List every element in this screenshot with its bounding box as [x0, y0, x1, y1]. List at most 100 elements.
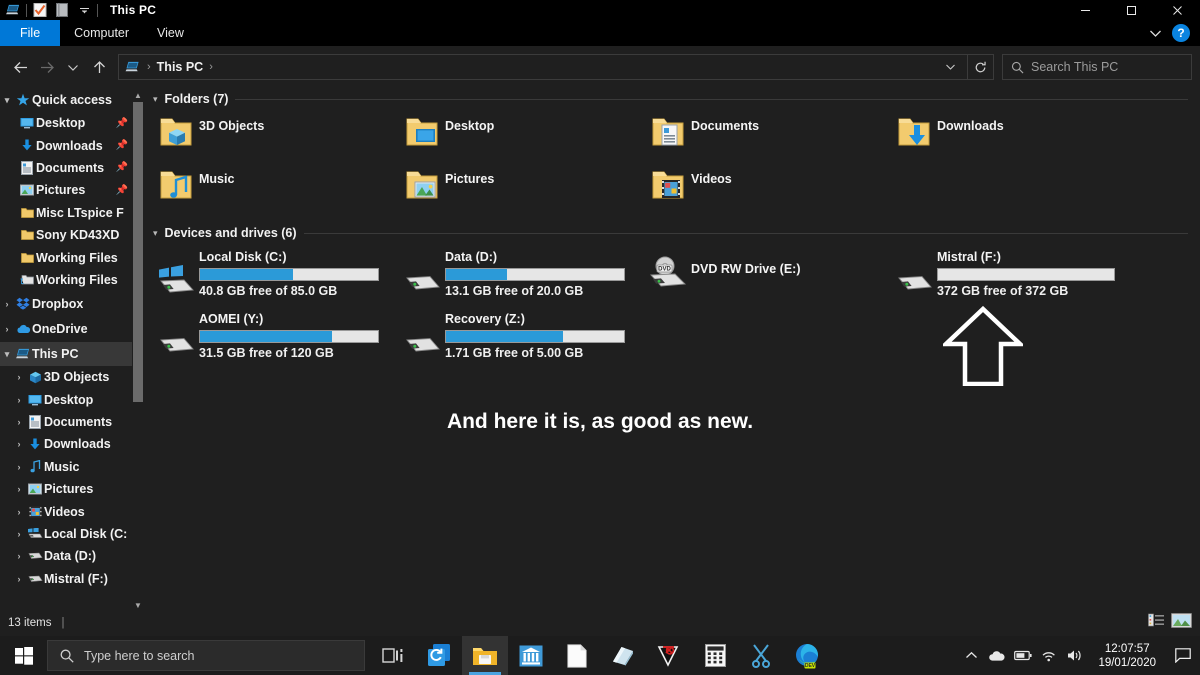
tab-view[interactable]: View: [143, 20, 198, 46]
sidebar-item-this-pc-downloads[interactable]: › Downloads: [0, 433, 132, 455]
sidebar-item-this-pc[interactable]: ▾ This PC: [0, 342, 132, 366]
customize-dropdown-icon[interactable]: [73, 0, 95, 20]
help-icon[interactable]: ?: [1172, 24, 1190, 42]
list-item[interactable]: Music: [153, 163, 399, 216]
list-item[interactable]: 3D Objects: [153, 110, 399, 163]
chevron-down-icon[interactable]: ▾: [153, 228, 158, 239]
sidebar-item-documents[interactable]: Documents 📌: [0, 157, 132, 179]
wifi-icon[interactable]: [1036, 636, 1062, 675]
chevron-right-icon[interactable]: ›: [12, 372, 26, 382]
list-item[interactable]: Local Disk (C:) 40.8 GB free of 85.0 GB: [153, 248, 399, 310]
sidebar-item-onedrive[interactable]: › OneDrive: [0, 316, 132, 342]
chevron-down-icon[interactable]: ▾: [0, 95, 14, 106]
chevron-right-icon[interactable]: ›: [12, 484, 26, 494]
group-header-devices-and-drives[interactable]: ▾ Devices and drives (6): [145, 222, 1200, 244]
sidebar-item-this-pc-desktop[interactable]: › Desktop: [0, 389, 132, 411]
sidebar-item-pictures[interactable]: Pictures 📌: [0, 179, 132, 201]
back-button[interactable]: [8, 54, 34, 80]
chevron-right-icon[interactable]: ›: [0, 324, 14, 334]
volume-icon[interactable]: [1062, 636, 1088, 675]
chevron-right-icon[interactable]: ›: [12, 529, 26, 539]
list-item[interactable]: Desktop: [399, 110, 645, 163]
navigation-pane[interactable]: ▾ Quick access Desktop 📌 Downloads 📌 Do: [0, 88, 132, 612]
list-item[interactable]: Recovery (Z:) 1.71 GB free of 5.00 GB: [399, 310, 645, 372]
sketch-app-icon[interactable]: [600, 636, 646, 675]
sidebar-item-local-disk-c[interactable]: › Local Disk (C:: [0, 523, 132, 545]
tab-computer[interactable]: Computer: [60, 20, 143, 46]
large-icons-view-button[interactable]: [1171, 613, 1192, 633]
breadcrumb-separator-2[interactable]: ›: [209, 61, 213, 73]
chevron-down-icon[interactable]: ▾: [0, 349, 14, 360]
chevron-down-icon[interactable]: [1144, 22, 1166, 44]
start-button[interactable]: [0, 636, 47, 675]
battery-icon[interactable]: [1010, 636, 1036, 675]
list-item[interactable]: AOMEI (Y:) 31.5 GB free of 120 GB: [153, 310, 399, 372]
sidebar-item-this-pc-music[interactable]: › Music: [0, 456, 132, 478]
sidebar-item-this-pc-videos[interactable]: › Videos: [0, 500, 132, 522]
group-header-folders[interactable]: ▾ Folders (7): [145, 88, 1200, 110]
scroll-down-arrow-icon[interactable]: ▼: [132, 598, 144, 612]
chevron-right-icon[interactable]: ›: [12, 507, 26, 517]
navigation-pane-scrollbar[interactable]: ▲ ▼: [132, 88, 144, 612]
microsoft-edge-icon[interactable]: DEV: [784, 636, 830, 675]
list-item[interactable]: Pictures: [399, 163, 645, 216]
sidebar-item-working-files[interactable]: Working Files: [0, 246, 132, 268]
sidebar-item-working-files-network[interactable]: Working Files: [0, 269, 132, 291]
list-item[interactable]: DVD DVD RW Drive (E:): [645, 248, 891, 310]
list-item[interactable]: Videos: [645, 163, 891, 216]
onedrive-cloud-icon[interactable]: [984, 636, 1010, 675]
new-folder-icon[interactable]: [51, 0, 73, 20]
file-list-pane[interactable]: ▾ Folders (7) 3D Objects: [145, 88, 1200, 612]
sidebar-item-desktop[interactable]: Desktop 📌: [0, 112, 132, 134]
file-explorer-icon[interactable]: [462, 636, 508, 675]
taskbar-search-input[interactable]: Type here to search: [47, 640, 365, 671]
up-button[interactable]: [86, 54, 112, 80]
sidebar-item-3d-objects[interactable]: › 3D Objects: [0, 366, 132, 388]
action-center-icon[interactable]: [1166, 636, 1200, 675]
taskbar-clock[interactable]: 12:07:57 19/01/2020: [1088, 642, 1166, 670]
list-item[interactable]: Data (D:) 13.1 GB free of 20.0 GB: [399, 248, 645, 310]
previous-locations-icon[interactable]: [939, 55, 961, 79]
task-view-icon[interactable]: [370, 636, 416, 675]
chevron-right-icon[interactable]: ›: [12, 395, 26, 405]
recent-locations-button[interactable]: [60, 54, 86, 80]
sync-app-icon[interactable]: [416, 636, 462, 675]
sidebar-item-misc-ltspice[interactable]: Misc LTspice F: [0, 202, 132, 224]
breadcrumb-item-this-pc[interactable]: This PC: [157, 60, 204, 74]
document-app-icon[interactable]: [554, 636, 600, 675]
forward-button[interactable]: [34, 54, 60, 80]
breadcrumb[interactable]: › This PC ›: [118, 54, 968, 80]
refresh-button[interactable]: [968, 54, 994, 80]
sidebar-item-downloads[interactable]: Downloads 📌: [0, 134, 132, 156]
sidebar-item-mistral-f[interactable]: › Mistral (F:): [0, 568, 132, 590]
search-input[interactable]: Search This PC: [1002, 54, 1192, 80]
calculator-icon[interactable]: [692, 636, 738, 675]
list-item[interactable]: Downloads: [891, 110, 1137, 163]
scroll-up-arrow-icon[interactable]: ▲: [132, 88, 144, 102]
maximize-button[interactable]: [1108, 0, 1154, 20]
show-hidden-icons-icon[interactable]: [958, 636, 984, 675]
this-pc-icon[interactable]: [2, 0, 24, 20]
list-item[interactable]: Documents: [645, 110, 891, 163]
sidebar-item-sony-kd43xd[interactable]: Sony KD43XD: [0, 224, 132, 246]
sidebar-item-dropbox[interactable]: › Dropbox: [0, 291, 132, 316]
chevron-down-icon[interactable]: ▾: [153, 94, 158, 105]
chevron-right-icon[interactable]: ›: [0, 299, 14, 309]
snipping-tool-icon[interactable]: [738, 636, 784, 675]
sidebar-group-quick-access[interactable]: ▾ Quick access: [0, 88, 132, 112]
chevron-right-icon[interactable]: ›: [12, 574, 26, 584]
sidebar-item-data-d[interactable]: › Data (D:): [0, 545, 132, 567]
ltspice-icon[interactable]: [646, 636, 692, 675]
sidebar-item-this-pc-pictures[interactable]: › Pictures: [0, 478, 132, 500]
minimize-button[interactable]: [1062, 0, 1108, 20]
details-view-button[interactable]: [1148, 613, 1165, 633]
list-item[interactable]: Mistral (F:) 372 GB free of 372 GB: [891, 248, 1137, 310]
chevron-right-icon[interactable]: ›: [12, 439, 26, 449]
properties-icon[interactable]: [29, 0, 51, 20]
scrollbar-thumb[interactable]: [133, 102, 143, 402]
chevron-right-icon[interactable]: ›: [12, 551, 26, 561]
chevron-right-icon[interactable]: ›: [12, 462, 26, 472]
close-button[interactable]: [1154, 0, 1200, 20]
tab-file[interactable]: File: [0, 20, 60, 46]
bank-app-icon[interactable]: [508, 636, 554, 675]
